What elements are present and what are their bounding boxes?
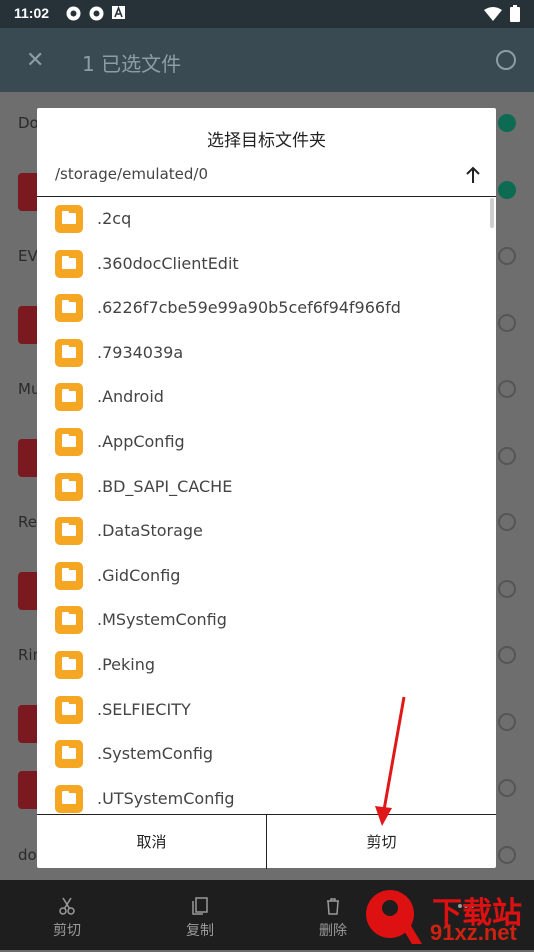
folder-icon bbox=[55, 561, 83, 590]
copy-icon bbox=[192, 897, 208, 915]
checked-circle-icon[interactable] bbox=[498, 114, 516, 132]
unchecked-circle-icon[interactable] bbox=[498, 779, 516, 797]
folder-name: .UTSystemConfig bbox=[97, 788, 235, 808]
folder-icon bbox=[55, 651, 83, 679]
background-item-label: Re bbox=[18, 513, 37, 531]
unchecked-circle-icon[interactable] bbox=[498, 712, 516, 731]
folder-name: .Android bbox=[97, 387, 164, 407]
folder-list-item[interactable]: .DataStorage bbox=[37, 509, 496, 553]
background-item-label: Do bbox=[18, 114, 39, 132]
status-time: 11:02 bbox=[14, 5, 50, 21]
folder-name: .7934039a bbox=[97, 342, 184, 362]
bottom-delete-button[interactable]: 删除 bbox=[298, 880, 368, 950]
close-icon[interactable]: ✕ bbox=[26, 48, 44, 73]
app-notification-icon-2 bbox=[89, 6, 104, 21]
dialog-actions: 取消 剪切 bbox=[37, 814, 496, 869]
folder-name: .DataStorage bbox=[97, 521, 203, 541]
unchecked-circle-icon[interactable] bbox=[498, 313, 516, 332]
select-all-circle-icon[interactable] bbox=[496, 50, 516, 70]
unchecked-circle-icon[interactable] bbox=[498, 380, 516, 398]
folder-name: .Peking bbox=[97, 655, 156, 674]
folder-list-item[interactable]: .6226f7cbe59e99a90b5cef6f94f966fd bbox=[37, 286, 496, 330]
watermark-logo bbox=[366, 890, 422, 944]
bottom-cut-button[interactable]: 剪切 bbox=[32, 880, 102, 950]
bottom-cut-label: 剪切 bbox=[53, 923, 81, 939]
folder-list-item[interactable]: .2cq bbox=[37, 197, 496, 241]
folder-icon bbox=[55, 784, 83, 813]
notification-icons bbox=[66, 5, 127, 21]
scissors-icon bbox=[59, 897, 75, 915]
folder-icon bbox=[55, 205, 83, 233]
folder-icon bbox=[55, 695, 83, 724]
folder-icon bbox=[55, 606, 83, 635]
watermark-site: 91xz.net bbox=[430, 920, 517, 945]
selection-app-bar: ✕ 1 已选文件 bbox=[0, 28, 534, 92]
checked-circle-icon[interactable] bbox=[498, 180, 516, 199]
folder-name: .BD_SAPI_CACHE bbox=[97, 476, 233, 496]
cut-button[interactable]: 剪切 bbox=[267, 815, 496, 869]
folder-name: .SystemConfig bbox=[97, 744, 214, 764]
status-bar: 11:02 bbox=[0, 0, 534, 28]
a-badge-icon bbox=[112, 5, 127, 21]
folder-name: .SELFIECITY bbox=[97, 699, 191, 719]
folder-list-item[interactable]: .Peking bbox=[37, 643, 496, 687]
folder-list-item[interactable]: .UTSystemConfig bbox=[37, 777, 496, 814]
watermark: 下载站 91xz.net bbox=[360, 886, 530, 948]
up-arrow-icon[interactable] bbox=[462, 164, 484, 186]
folder-list-item[interactable]: .Android bbox=[37, 375, 496, 419]
app-notification-icon bbox=[66, 6, 81, 21]
path-bar: /storage/emulated/0 bbox=[37, 160, 496, 197]
folder-list-scrollbar[interactable] bbox=[490, 198, 494, 228]
current-path: /storage/emulated/0 bbox=[55, 165, 209, 183]
selection-title: 1 已选文件 bbox=[82, 52, 182, 76]
folder-list-item[interactable]: .7934039a bbox=[37, 331, 496, 375]
folder-list-item[interactable]: .SELFIECITY bbox=[37, 688, 496, 732]
trash-icon bbox=[327, 898, 339, 915]
folder-list: .2cq .360docClientEdit .6226f7cbe59e99a90b… bbox=[37, 196, 496, 814]
folder-list-item[interactable]: .AppConfig bbox=[37, 420, 496, 464]
unchecked-circle-icon[interactable] bbox=[498, 513, 516, 531]
folder-icon bbox=[55, 249, 83, 278]
folder-icon bbox=[55, 472, 83, 501]
folder-name: .AppConfig bbox=[97, 432, 185, 451]
cancel-button[interactable]: 取消 bbox=[37, 815, 267, 869]
unchecked-circle-icon[interactable] bbox=[498, 646, 516, 664]
dialog-title: 选择目标文件夹 bbox=[207, 131, 326, 151]
folder-list-item[interactable]: .GidConfig bbox=[37, 554, 496, 598]
bottom-copy-label: 复制 bbox=[186, 923, 214, 939]
folder-icon bbox=[55, 338, 83, 367]
battery-icon bbox=[510, 5, 520, 25]
bottom-copy-button[interactable]: 复制 bbox=[165, 880, 235, 950]
wifi-icon bbox=[484, 6, 502, 24]
unchecked-circle-icon[interactable] bbox=[498, 247, 516, 265]
background-item-label: EV bbox=[18, 247, 38, 265]
unchecked-circle-icon[interactable] bbox=[498, 446, 516, 465]
folder-list-item[interactable]: .MSystemConfig bbox=[37, 598, 496, 642]
choose-target-folder-dialog: 选择目标文件夹 /storage/emulated/0 .2cq .360docC… bbox=[37, 108, 496, 869]
folder-list-item[interactable]: .BD_SAPI_CACHE bbox=[37, 465, 496, 509]
folder-icon bbox=[55, 428, 83, 456]
folder-name: .2cq bbox=[97, 209, 132, 228]
folder-name: .MSystemConfig bbox=[97, 610, 227, 630]
unchecked-circle-icon[interactable] bbox=[498, 845, 516, 864]
folder-name: .360docClientEdit bbox=[97, 253, 239, 273]
folder-icon bbox=[55, 517, 83, 546]
folder-icon bbox=[55, 383, 83, 412]
folder-name: .GidConfig bbox=[97, 565, 181, 585]
folder-name: .6226f7cbe59e99a90b5cef6f94f966fd bbox=[97, 298, 401, 318]
folder-icon bbox=[55, 294, 83, 323]
folder-list-item[interactable]: .SystemConfig bbox=[37, 732, 496, 776]
unchecked-circle-icon[interactable] bbox=[498, 579, 516, 598]
folder-icon bbox=[55, 740, 83, 769]
bottom-delete-label: 删除 bbox=[319, 923, 347, 939]
folder-list-item[interactable]: .360docClientEdit bbox=[37, 242, 496, 286]
